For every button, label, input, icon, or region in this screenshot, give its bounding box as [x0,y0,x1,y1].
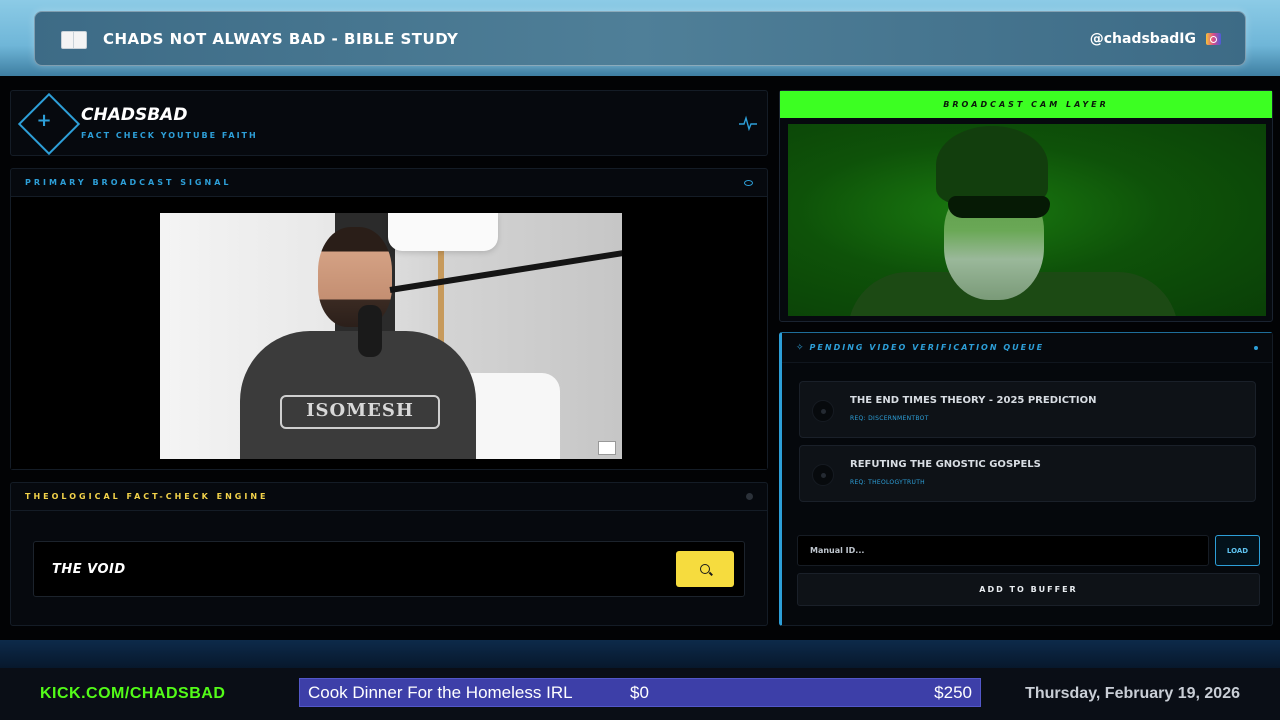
search-button[interactable] [676,551,734,587]
primary-label: PRIMARY BROADCAST SIGNAL [25,178,232,187]
queue-item-title: REFUTING THE GNOSTIC GOSPELS [850,459,1041,470]
primary-header: PRIMARY BROADCAST SIGNAL [11,169,767,197]
plus-icon: + [36,110,52,131]
primary-broadcast-panel: PRIMARY BROADCAST SIGNAL ISOMESH [10,168,768,470]
status-dot-icon [746,493,753,500]
search-query[interactable]: THE VOID [52,562,126,577]
add-to-buffer-button[interactable]: ADD TO BUFFER [797,573,1260,606]
queue-item-requester: REQ: THEOLOGYTRUTH [850,479,925,486]
disc-icon [812,464,834,486]
fact-check-search[interactable]: THE VOID [33,541,745,597]
pulse-icon [739,115,757,131]
load-button[interactable]: LOAD [1215,535,1260,566]
open-book-icon [61,29,87,49]
stream-title: CHADS NOT ALWAYS BAD - BIBLE STUDY [103,29,459,48]
search-icon [700,564,710,574]
brand-panel: + CHADSBAD FACT CHECK YOUTUBE FAITH [10,90,768,156]
lamp-shade [388,213,498,251]
microphone [358,305,382,357]
video-player[interactable]: ISOMESH [160,213,622,459]
disc-icon [812,400,834,422]
sparkle-icon: ✧ [796,342,804,353]
handle-text: @chadsbadIG [1089,30,1196,47]
social-handle: @chadsbadIG [1090,31,1221,47]
main-stage: + CHADSBAD FACT CHECK YOUTUBE FAITH PRIM… [0,76,1280,640]
cam-label: BROADCAST CAM LAYER [780,91,1272,118]
queue-label: PENDING VIDEO VERIFICATION QUEUE [809,343,1045,352]
goal-name: Cook Dinner For the Homeless IRL [308,683,573,702]
engine-label: THEOLOGICAL FACT-CHECK ENGINE [25,492,269,501]
cam-panel: BROADCAST CAM LAYER [779,90,1273,322]
webcam-feed [788,124,1266,316]
queue-item[interactable]: THE END TIMES THEORY - 2025 PREDICTION R… [799,381,1256,438]
goal-target: $250 [934,683,972,702]
bottom-strip [0,640,1280,668]
donation-goal-bar: Cook Dinner For the Homeless IRL $0 $250 [299,678,981,707]
video-area: ISOMESH [11,197,767,469]
sweater-print: ISOMESH [280,395,440,429]
brand-name: CHADSBAD [81,105,188,125]
fact-check-panel: THEOLOGICAL FACT-CHECK ENGINE THE VOID [10,482,768,626]
queue-header: ✧ PENDING VIDEO VERIFICATION QUEUE [782,333,1272,363]
instagram-camera-icon [1206,32,1221,45]
current-date: Thursday, February 19, 2026 [1025,685,1240,702]
verification-queue: ✧ PENDING VIDEO VERIFICATION QUEUE THE E… [779,332,1273,626]
goal-current: $0 [630,683,649,702]
mic-arm [389,247,622,293]
brand-tagline: FACT CHECK YOUTUBE FAITH [81,131,258,140]
cam-beanie [936,126,1048,204]
footer-bar: KICK.COM/CHADSBAD Cook Dinner For the Ho… [0,668,1280,720]
status-dot-icon [1254,345,1258,350]
queue-item-title: THE END TIMES THEORY - 2025 PREDICTION [850,395,1097,406]
channel-link[interactable]: KICK.COM/CHADSBAD [40,685,225,703]
engine-header: THEOLOGICAL FACT-CHECK ENGINE [11,483,767,511]
queue-item[interactable]: REFUTING THE GNOSTIC GOSPELS REQ: THEOLO… [799,445,1256,502]
title-bar: CHADS NOT ALWAYS BAD - BIBLE STUDY @chad… [34,11,1246,66]
channel-watermark [598,441,616,455]
queue-item-requester: REQ: DISCERNMENTBOT [850,415,929,422]
eye-icon[interactable] [744,179,753,186]
manual-id-input[interactable] [797,535,1209,566]
cam-sunglasses [948,196,1050,218]
